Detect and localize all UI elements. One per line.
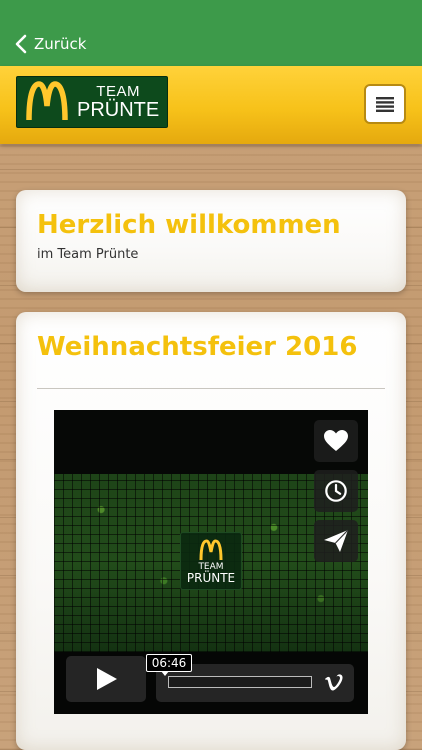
heart-icon: [324, 430, 348, 451]
video-team-logo: TEAM PRÜNTE: [180, 532, 242, 590]
play-button[interactable]: [66, 656, 146, 702]
welcome-subtitle: im Team Prünte: [37, 247, 139, 262]
hamburger-menu-icon: [376, 97, 394, 112]
back-label: Zurück: [34, 35, 87, 53]
watch-later-button[interactable]: [314, 470, 358, 512]
team-pruente-logo[interactable]: TEAM PRÜNTE: [16, 76, 168, 128]
vimeo-icon[interactable]: [324, 674, 344, 692]
logo-line1: TEAM: [96, 83, 140, 100]
post-card: Weihnachtsfeier 2016 TEAM PRÜNTE 06:46: [16, 312, 406, 750]
send-icon: [324, 529, 349, 552]
progress-track[interactable]: [168, 676, 312, 688]
like-button[interactable]: [314, 420, 358, 462]
top-bar: Zurück: [0, 0, 422, 66]
video-player[interactable]: TEAM PRÜNTE 06:46: [54, 410, 368, 714]
clock-icon: [325, 480, 347, 502]
back-button[interactable]: Zurück: [14, 34, 86, 54]
app-header: TEAM PRÜNTE: [0, 66, 422, 144]
share-button[interactable]: [314, 520, 358, 562]
welcome-title: Herzlich willkommen: [37, 210, 341, 240]
welcome-card: Herzlich willkommen im Team Prünte: [16, 190, 406, 292]
mcdonalds-arches-icon: [199, 538, 223, 560]
video-logo-line2: PRÜNTE: [186, 570, 236, 585]
menu-button[interactable]: [364, 84, 406, 124]
divider: [37, 388, 385, 389]
logo-text: TEAM PRÜNTE: [77, 84, 159, 120]
mcdonalds-arches-icon: [26, 81, 68, 121]
play-icon: [97, 668, 117, 690]
logo-line2: PRÜNTE: [77, 99, 160, 121]
post-title: Weihnachtsfeier 2016: [37, 332, 358, 362]
current-time-tooltip: 06:46: [146, 654, 192, 676]
chevron-left-icon: [15, 34, 27, 54]
